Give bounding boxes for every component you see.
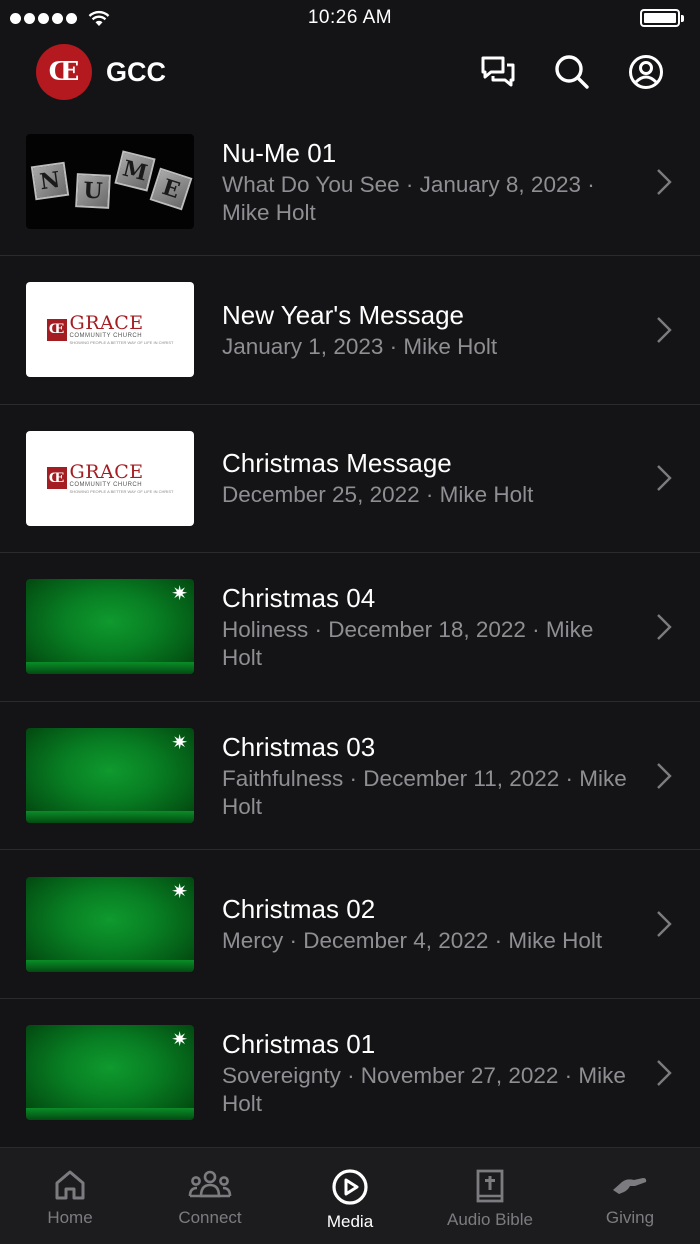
sparkle-icon: ✷ <box>171 1029 188 1052</box>
grace-logo: Œ GRACE COMMUNITY CHURCH SHOWING PEOPLE … <box>46 462 173 494</box>
media-thumbnail: ✷ <box>26 579 194 675</box>
chevron-right-icon <box>657 1059 672 1086</box>
chevron-right-icon <box>657 614 672 640</box>
tab-label: Media <box>326 1212 374 1231</box>
account-icon[interactable] <box>628 54 664 90</box>
media-subtitle: Faithfulness · December 11, 2022 · Mike … <box>222 765 627 819</box>
sparkle-icon: ✷ <box>171 583 188 606</box>
media-title: Christmas Message <box>222 448 452 479</box>
tab-giving[interactable]: Giving <box>560 1168 700 1228</box>
chevron-right-icon <box>657 911 672 938</box>
media-title: Christmas 01 <box>222 1028 376 1059</box>
chevron-right-icon <box>657 168 672 195</box>
media-list: N U M E Nu-Me 01 What Do You See · Janua… <box>0 108 700 1148</box>
battery-icon <box>640 9 684 27</box>
tab-label: Giving <box>605 1208 655 1227</box>
media-subtitle: Mercy · December 4, 2022 · Mike Holt <box>222 928 603 954</box>
home-icon <box>55 1170 85 1200</box>
play-circle-icon <box>332 1169 368 1205</box>
giving-hand-icon <box>613 1178 647 1194</box>
letter-block: N <box>30 161 70 201</box>
media-thumbnail: ✷ <box>26 728 194 824</box>
media-subtitle: Holiness · December 18, 2022 · Mike Holt <box>222 616 594 670</box>
grace-logo: Œ GRACE COMMUNITY CHURCH SHOWING PEOPLE … <box>46 314 173 345</box>
letter-block: U <box>75 173 111 209</box>
chevron-right-icon <box>657 316 672 343</box>
media-thumbnail: ✷ <box>26 1025 194 1121</box>
letter-block: M <box>114 150 156 192</box>
sparkle-icon: ✷ <box>171 880 188 903</box>
church-logo[interactable]: Œ <box>36 44 92 100</box>
media-item[interactable]: Œ GRACE COMMUNITY CHURCH SHOWING PEOPLE … <box>0 405 700 554</box>
app-header: Œ GCC <box>0 36 700 108</box>
media-subtitle: What Do You See · January 8, 2023 · Mike… <box>222 171 595 225</box>
media-item[interactable]: ✷ Christmas 02 Mercy · December 4, 2022 … <box>0 850 700 999</box>
tab-bar: Home Connect Media Audio Bible Giving <box>0 1148 700 1244</box>
tab-label: Connect <box>178 1208 242 1227</box>
tab-audio-bible[interactable]: Audio Bible <box>420 1168 560 1230</box>
media-title: Christmas 04 <box>222 582 376 613</box>
media-thumbnail: Œ GRACE COMMUNITY CHURCH SHOWING PEOPLE … <box>26 430 194 526</box>
media-title: Christmas 03 <box>222 731 376 762</box>
tab-connect[interactable]: Connect <box>140 1168 280 1228</box>
media-title: New Year's Message <box>222 299 464 330</box>
media-thumbnail: Œ GRACE COMMUNITY CHURCH SHOWING PEOPLE … <box>26 282 194 378</box>
tab-label: Home <box>47 1208 93 1227</box>
chevron-right-icon <box>657 465 672 492</box>
media-item[interactable]: ✷ Christmas 04 Holiness · December 18, 2… <box>0 553 700 702</box>
media-title: Nu-Me 01 <box>222 137 337 168</box>
search-icon[interactable] <box>554 54 590 90</box>
chat-icon[interactable] <box>480 55 516 89</box>
app-name: GCC <box>106 56 166 87</box>
media-thumbnail: N U M E <box>26 134 194 229</box>
media-subtitle: Sovereignty · November 27, 2022 · Mike H… <box>222 1062 626 1116</box>
media-thumbnail: ✷ <box>26 876 194 972</box>
media-item[interactable]: Œ GRACE COMMUNITY CHURCH SHOWING PEOPLE … <box>0 256 700 405</box>
people-icon <box>188 1170 232 1198</box>
media-item[interactable]: ✷ Christmas 03 Faithfulness · December 1… <box>0 702 700 851</box>
bible-icon <box>476 1169 504 1203</box>
media-item[interactable]: ✷ Christmas 01 Sovereignty · November 27… <box>0 999 700 1148</box>
tab-media[interactable]: Media <box>280 1168 420 1232</box>
letter-block: E <box>149 167 193 211</box>
tab-home[interactable]: Home <box>0 1168 140 1228</box>
media-subtitle: January 1, 2023 · Mike Holt <box>222 333 498 359</box>
media-item[interactable]: N U M E Nu-Me 01 What Do You See · Janua… <box>0 108 700 256</box>
status-bar: 10:26 AM <box>0 0 700 36</box>
chevron-right-icon <box>657 762 672 789</box>
media-title: Christmas 02 <box>222 894 376 925</box>
sparkle-icon: ✷ <box>171 732 188 755</box>
status-time: 10:26 AM <box>307 7 393 28</box>
media-subtitle: December 25, 2022 · Mike Holt <box>222 482 534 508</box>
tab-label: Audio Bible <box>446 1210 533 1229</box>
